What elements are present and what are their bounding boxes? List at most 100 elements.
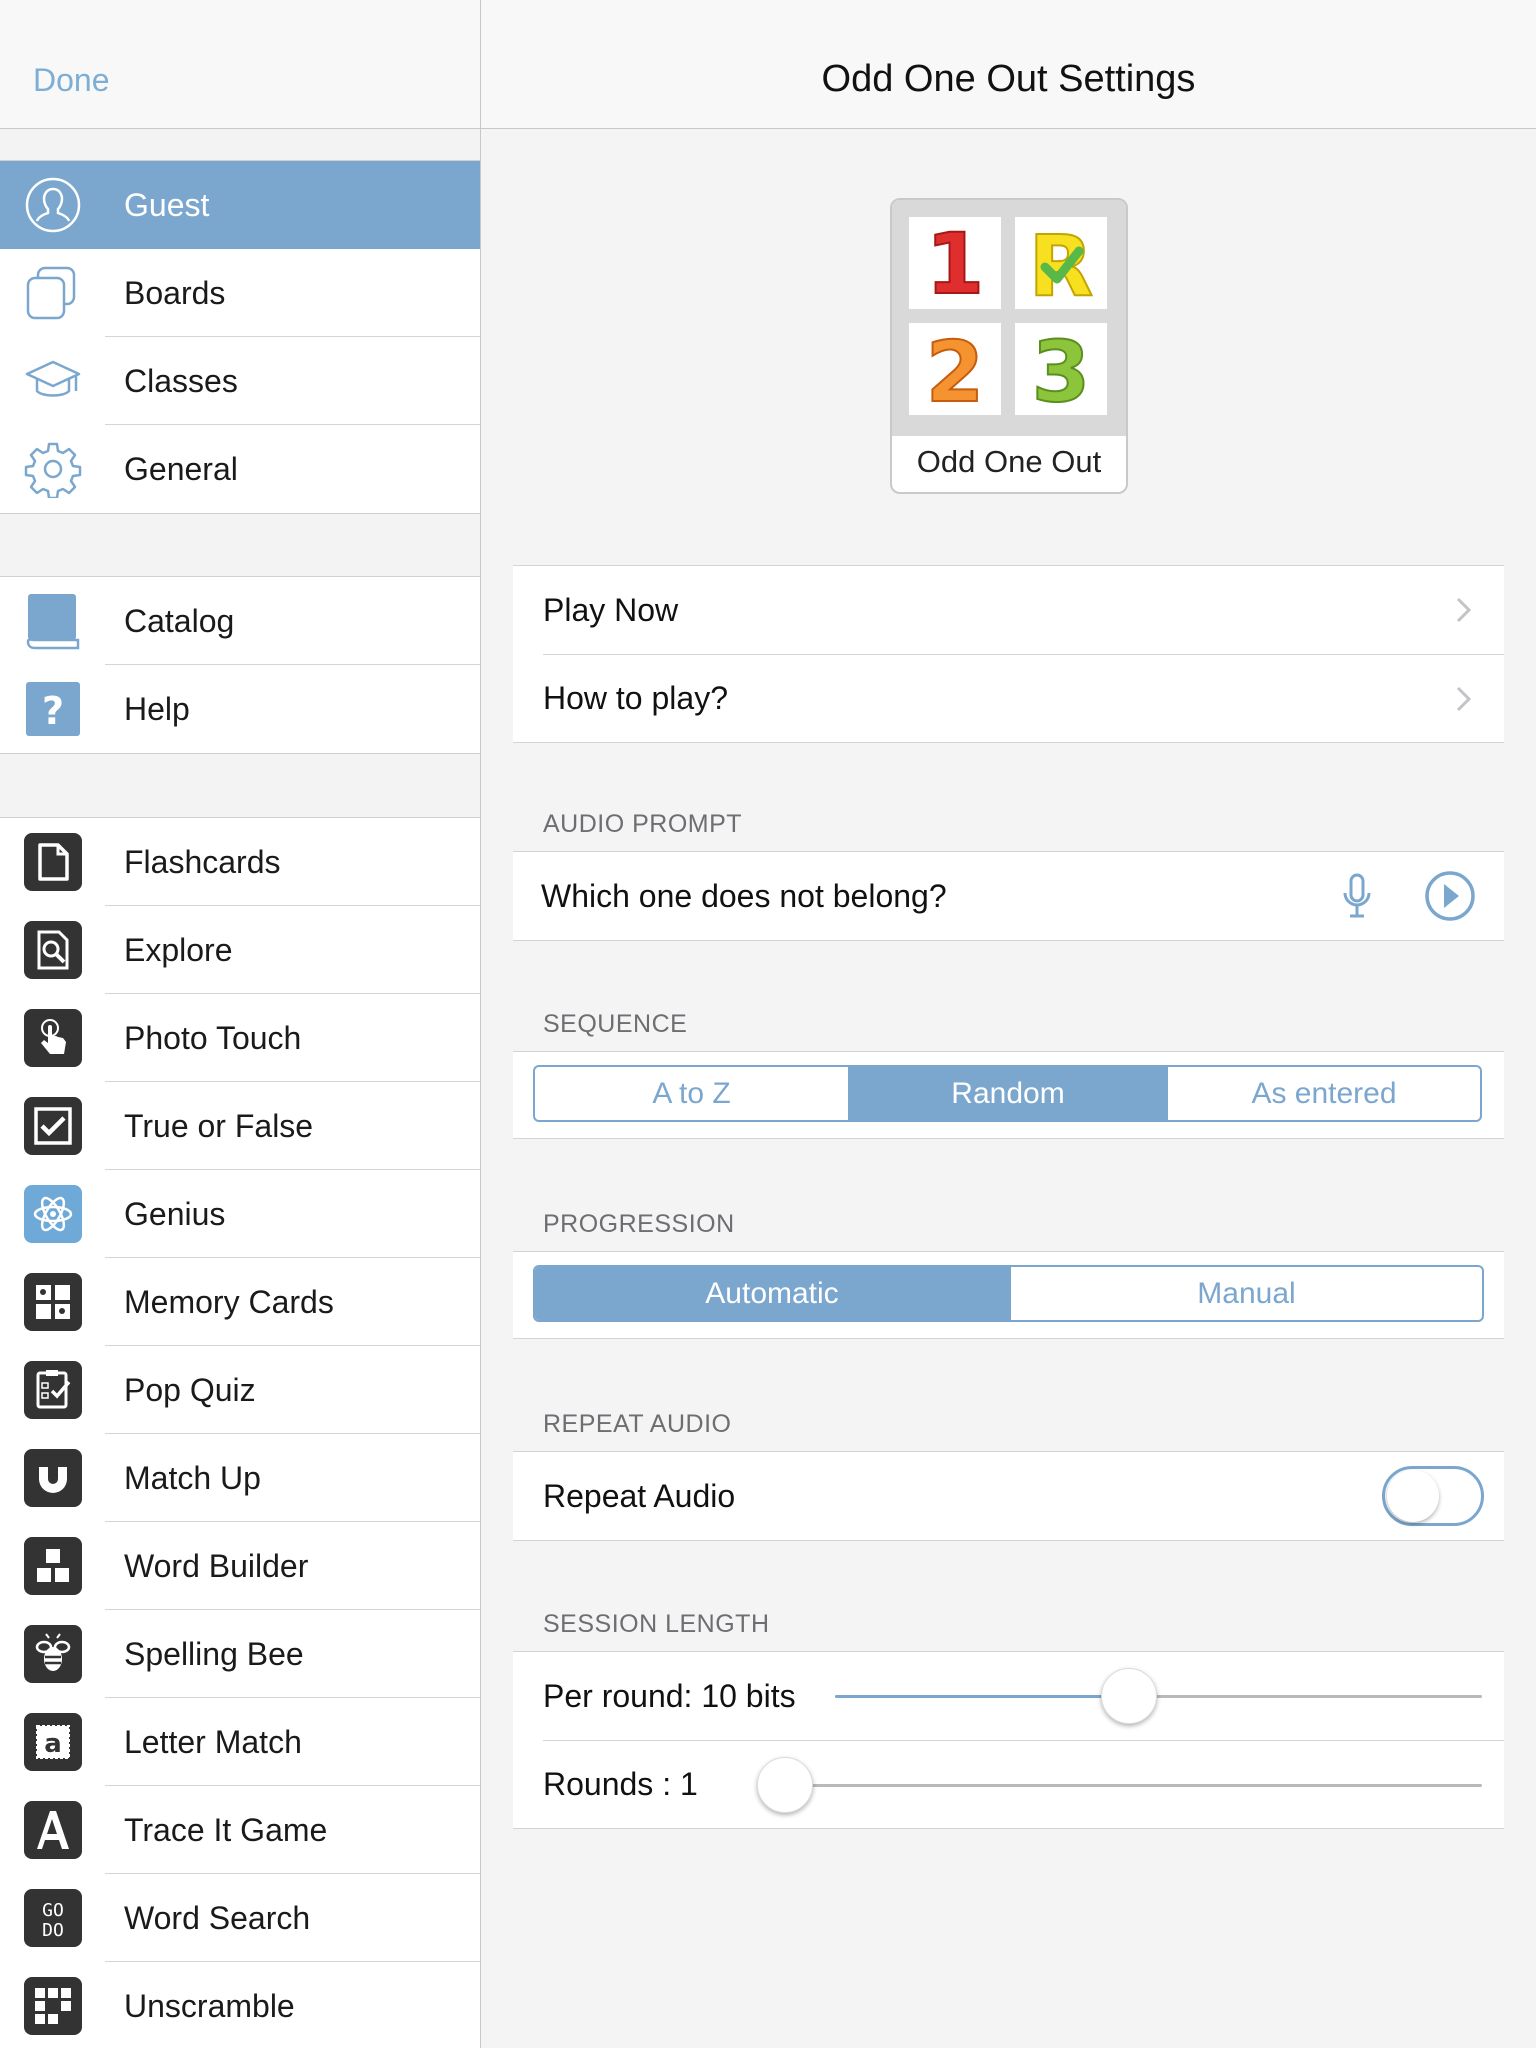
play-now-label: Play Now xyxy=(543,591,679,628)
sequence-random-button[interactable]: Random xyxy=(848,1067,1166,1120)
repeat-audio-card: Repeat Audio xyxy=(513,1451,1504,1541)
svg-text:?: ? xyxy=(42,689,64,733)
sidebar-item-match-up[interactable]: Match Up xyxy=(0,1434,480,1522)
sequence-a-to-z-button[interactable]: A to Z xyxy=(535,1067,848,1120)
trace-a-icon xyxy=(24,1801,82,1859)
sidebar-item-label: General xyxy=(124,450,238,487)
touch-icon xyxy=(24,1009,82,1067)
progression-segmented-control[interactable]: Automatic Manual xyxy=(533,1265,1484,1322)
audio-prompt-text[interactable]: Which one does not belong? xyxy=(541,878,947,915)
svg-text:a: a xyxy=(44,1729,62,1759)
microphone-icon[interactable] xyxy=(1340,873,1374,919)
sidebar-item-label: Boards xyxy=(124,274,226,311)
sidebar-item-label: Unscramble xyxy=(124,1987,295,2024)
sidebar-item-label: Genius xyxy=(124,1195,226,1232)
explore-icon xyxy=(24,921,82,979)
sidebar-item-label: Memory Cards xyxy=(124,1283,334,1320)
tile-cell-r: R xyxy=(1015,217,1107,309)
slider-thumb[interactable] xyxy=(1100,1668,1157,1724)
book-icon xyxy=(24,592,82,650)
play-circle-icon[interactable] xyxy=(1424,870,1476,922)
letter-a-stamp-icon: a xyxy=(24,1713,82,1771)
sidebar-item-word-search[interactable]: GO DO Word Search xyxy=(0,1874,480,1962)
repeat-audio-toggle[interactable] xyxy=(1382,1466,1484,1526)
progression-automatic-button[interactable]: Automatic xyxy=(535,1267,1009,1320)
audio-prompt-section-title: AUDIO PROMPT xyxy=(543,810,743,838)
sidebar-item-true-or-false[interactable]: True or False xyxy=(0,1082,480,1170)
rounds-slider[interactable] xyxy=(757,1741,1482,1829)
nav-card: Play Now How to play? xyxy=(513,565,1504,743)
sidebar-item-label: Letter Match xyxy=(124,1723,302,1760)
games-group: Flashcards Explore Photo Touch True or F… xyxy=(0,817,480,2048)
sidebar-item-label: Pop Quiz xyxy=(124,1371,256,1408)
audio-prompt-card: Which one does not belong? xyxy=(513,851,1504,941)
done-button[interactable]: Done xyxy=(33,62,110,99)
sidebar-item-genius[interactable]: Genius xyxy=(0,1170,480,1258)
slider-thumb[interactable] xyxy=(757,1757,813,1813)
sidebar-item-label: Catalog xyxy=(124,602,235,639)
chevron-right-icon xyxy=(1456,597,1472,623)
progression-card: Automatic Manual xyxy=(513,1251,1504,1339)
play-now-row[interactable]: Play Now xyxy=(513,566,1504,654)
sidebar-item-label: Flashcards xyxy=(124,843,281,880)
sequence-card: A to Z Random As entered xyxy=(513,1051,1504,1139)
sidebar-item-unscramble[interactable]: Unscramble xyxy=(0,1962,480,2048)
svg-text:GO: GO xyxy=(42,1900,64,1921)
blocks-icon xyxy=(24,1537,82,1595)
page-title: Odd One Out Settings xyxy=(821,58,1196,100)
game-tile: 1 R 2 3 Odd One Out xyxy=(890,198,1128,494)
sequence-as-entered-button[interactable]: As entered xyxy=(1166,1067,1480,1120)
sidebar-item-help[interactable]: ? Help xyxy=(0,665,480,753)
session-length-card: Per round: 10 bits Rounds : 1 xyxy=(513,1651,1504,1829)
sidebar-item-classes[interactable]: Classes xyxy=(0,337,480,425)
sidebar-item-label: True or False xyxy=(124,1107,314,1144)
sidebar-item-memory-cards[interactable]: Memory Cards xyxy=(0,1258,480,1346)
sidebar-item-label: Explore xyxy=(124,931,233,968)
unscramble-icon xyxy=(24,1977,82,2035)
tile-glyph: 2 xyxy=(926,323,984,415)
sidebar-item-word-builder[interactable]: Word Builder xyxy=(0,1522,480,1610)
sidebar-item-catalog[interactable]: Catalog xyxy=(0,577,480,665)
sidebar-item-label: Guest xyxy=(124,186,210,223)
repeat-audio-label: Repeat Audio xyxy=(543,1477,736,1514)
magnet-icon xyxy=(24,1449,82,1507)
repeat-audio-row: Repeat Audio xyxy=(513,1452,1504,1540)
sidebar-item-label: Classes xyxy=(124,362,238,399)
sidebar-item-boards[interactable]: Boards xyxy=(0,249,480,337)
game-tile-label: Odd One Out xyxy=(916,444,1102,479)
sidebar-item-photo-touch[interactable]: Photo Touch xyxy=(0,994,480,1082)
per-round-slider[interactable] xyxy=(835,1652,1482,1740)
bee-icon xyxy=(24,1625,82,1683)
boards-icon xyxy=(24,264,82,322)
sequence-section-title: SEQUENCE xyxy=(543,1010,688,1038)
sidebar-item-spelling-bee[interactable]: Spelling Bee xyxy=(0,1610,480,1698)
settings-sidebar: Done Guest Boards Classes General Catalo… xyxy=(0,0,481,2048)
tile-glyph: R xyxy=(1029,217,1094,309)
slider-fill xyxy=(835,1695,1129,1698)
sidebar-item-guest[interactable]: Guest xyxy=(0,161,480,249)
sidebar-item-flashcards[interactable]: Flashcards xyxy=(0,818,480,906)
account-group: Guest Boards Classes General xyxy=(0,160,480,514)
per-round-row: Per round: 10 bits xyxy=(513,1652,1504,1740)
sidebar-item-label: Word Builder xyxy=(124,1547,309,1584)
rounds-row: Rounds : 1 xyxy=(543,1740,1504,1828)
graduation-cap-icon xyxy=(24,352,82,410)
tile-cell-two: 2 xyxy=(909,323,1001,415)
sidebar-item-explore[interactable]: Explore xyxy=(0,906,480,994)
toggle-knob[interactable] xyxy=(1387,1470,1439,1522)
how-to-play-label: How to play? xyxy=(543,680,728,716)
progression-section-title: PROGRESSION xyxy=(543,1210,735,1238)
gear-icon xyxy=(24,440,82,498)
quiz-icon xyxy=(24,1361,82,1419)
sidebar-item-pop-quiz[interactable]: Pop Quiz xyxy=(0,1346,480,1434)
per-round-label: Per round: 10 bits xyxy=(543,1677,796,1714)
progression-manual-button[interactable]: Manual xyxy=(1009,1267,1482,1320)
question-icon: ? xyxy=(24,680,82,738)
how-to-play-row[interactable]: How to play? xyxy=(543,654,1504,742)
sidebar-item-general[interactable]: General xyxy=(0,425,480,513)
sidebar-item-letter-match[interactable]: a Letter Match xyxy=(0,1698,480,1786)
sequence-segmented-control[interactable]: A to Z Random As entered xyxy=(533,1065,1482,1122)
sidebar-item-trace-it-game[interactable]: Trace It Game xyxy=(0,1786,480,1874)
memory-cards-icon xyxy=(24,1273,82,1331)
audio-prompt-row[interactable]: Which one does not belong? xyxy=(513,852,1504,940)
